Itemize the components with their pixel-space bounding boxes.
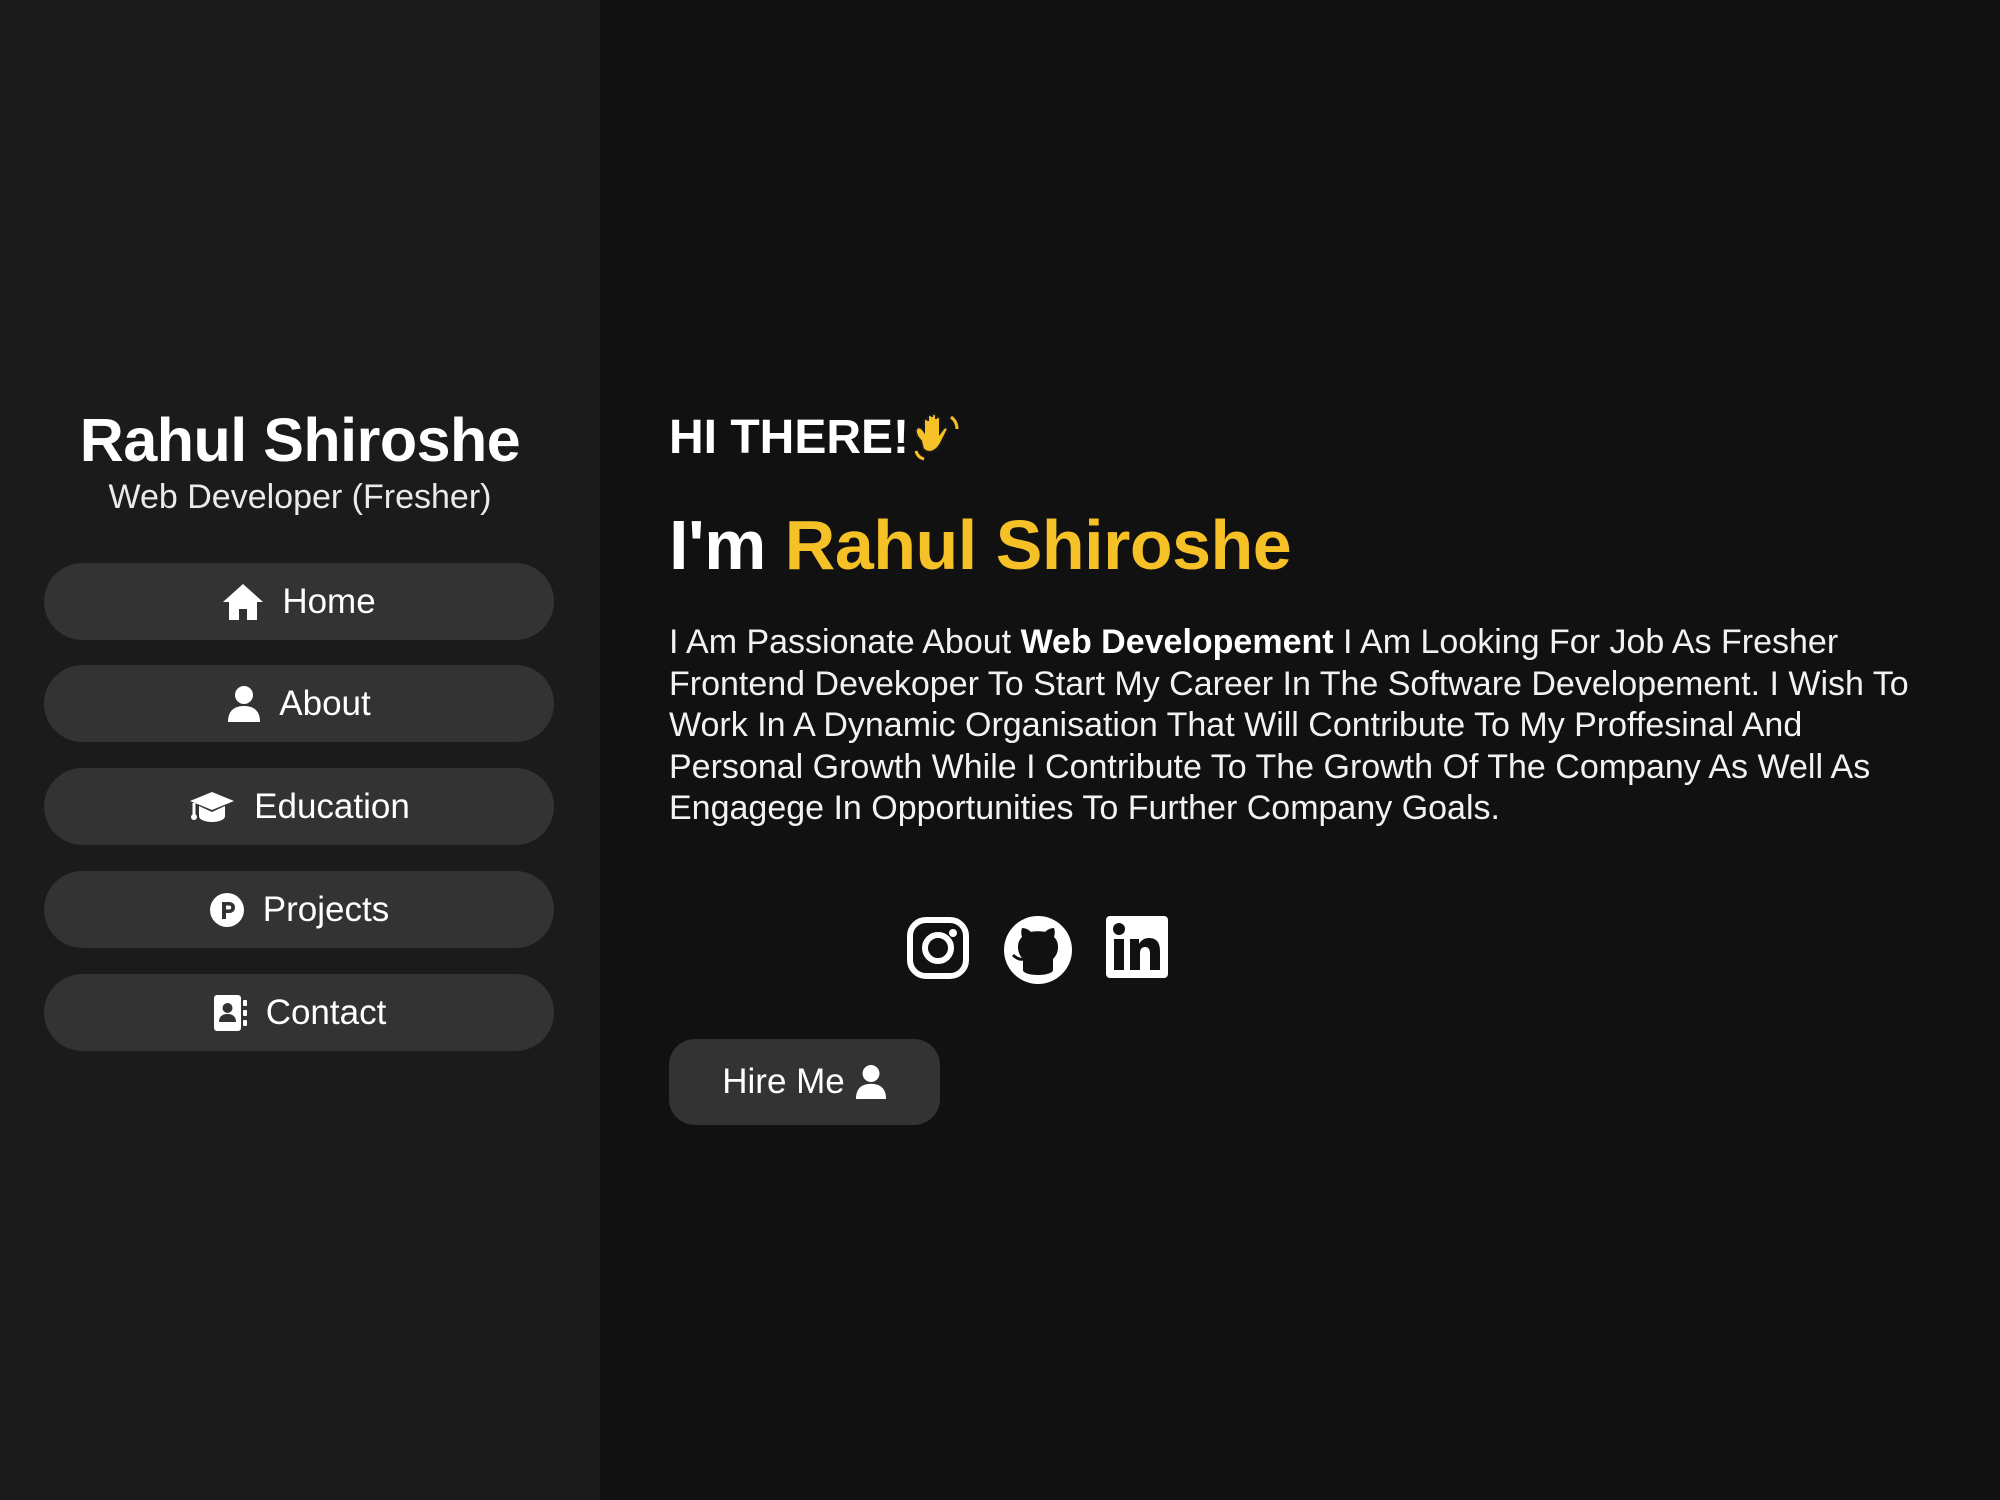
home-icon [223, 583, 264, 620]
sidebar: Rahul Shiroshe Web Developer (Fresher) H… [0, 0, 600, 1500]
nav-about-button[interactable]: About [44, 665, 554, 742]
intro-prefix: I'm [669, 506, 766, 584]
instagram-icon [907, 917, 969, 979]
user-icon [855, 1065, 886, 1099]
greeting-text: HI THERE! [669, 411, 909, 464]
nav-contact-button[interactable]: Contact [44, 974, 554, 1051]
about-paragraph: I Am Passionate About Web Developement I… [669, 622, 1919, 830]
graduation-cap-icon [190, 791, 235, 822]
nav-education-button[interactable]: Education [44, 768, 554, 845]
nav-home-button[interactable]: Home [44, 563, 554, 640]
about-highlight: Web Developement [1020, 623, 1334, 661]
intro-name: Rahul Shiroshe [784, 506, 1292, 584]
user-icon [228, 685, 261, 722]
instagram-link[interactable] [905, 915, 971, 985]
hire-me-label: Hire Me [722, 1062, 845, 1101]
nav-projects-button[interactable]: Projects [44, 871, 554, 948]
nav-education-label: Education [254, 786, 410, 826]
address-book-icon [213, 994, 247, 1031]
hire-me-button[interactable]: Hire Me [669, 1039, 940, 1125]
about-text-1: I Am Passionate About [669, 623, 1012, 661]
nav-projects-label: Projects [262, 889, 390, 929]
page: Rahul Shiroshe Web Developer (Fresher) H… [0, 0, 2000, 1500]
nav-contact-label: Contact [265, 992, 387, 1032]
sidebar-role: Web Developer (Fresher) [108, 478, 492, 516]
linkedin-link[interactable] [1105, 915, 1169, 985]
intro-heading: I'm Rahul Shiroshe [669, 505, 1292, 585]
nav-home-label: Home [282, 581, 376, 621]
waving-hand-icon [914, 412, 959, 460]
linkedin-icon [1106, 916, 1168, 978]
sidebar-name: Rahul Shiroshe [79, 406, 521, 474]
github-link[interactable] [1003, 915, 1073, 985]
nav-about-label: About [279, 683, 371, 723]
greeting: HI THERE! [669, 410, 963, 465]
product-p-icon [209, 892, 244, 927]
github-icon [1004, 916, 1072, 984]
